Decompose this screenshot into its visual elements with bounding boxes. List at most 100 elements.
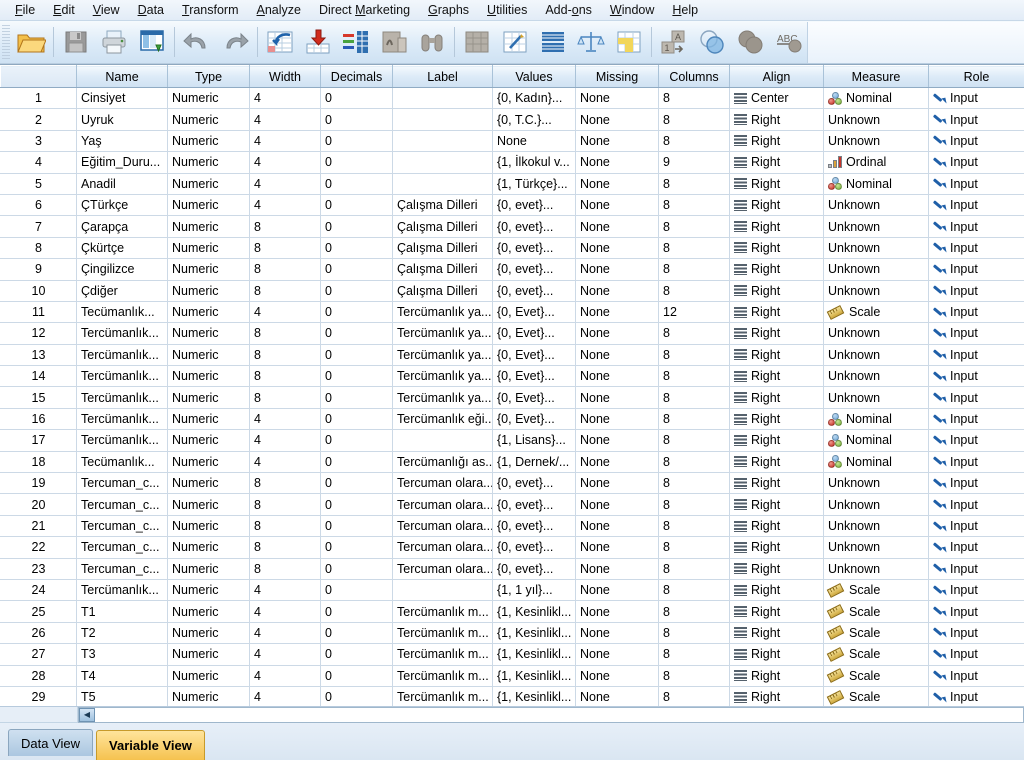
cell-align[interactable]: Right [729,194,824,217]
cell-decimals[interactable]: 0 [320,301,393,324]
cell-role[interactable]: Input [928,665,1024,687]
table-row[interactable]: 9 Çingilizce Numeric 8 0 Çalışma Dilleri {0, e… [0,258,1024,281]
cell-name[interactable]: Tercuman_c... [76,558,168,580]
cell-missing[interactable]: None [575,215,659,238]
table-row[interactable]: 21 Tercuman_c... Numeric 8 0 Tercuman olara..… [0,514,1024,538]
cell-values[interactable]: {0, evet}... [492,194,576,217]
cell-measure[interactable]: Scale [823,301,929,324]
cell-type[interactable]: Numeric [167,258,250,281]
cell-width[interactable]: 8 [249,365,321,388]
cell-measure[interactable]: Scale [823,665,929,687]
column-header-decimals[interactable]: Decimals [320,65,393,88]
cell-type[interactable]: Numeric [167,515,250,538]
cell-decimals[interactable]: 0 [320,665,393,687]
cell-type[interactable]: Numeric [167,622,250,645]
cell-type[interactable]: Numeric [167,280,250,302]
cell-values[interactable]: {0, evet}... [492,536,576,559]
cell-decimals[interactable]: 0 [320,215,393,238]
cell-missing[interactable]: None [575,365,659,388]
table-row[interactable]: 2 Uyruk Numeric 4 0 {0, T.C.}... None 8 Right Unk… [0,108,1024,131]
row-number[interactable]: 29 [0,685,77,706]
cell-type[interactable]: Numeric [167,493,250,516]
cell-label[interactable] [392,108,493,131]
cell-width[interactable]: 8 [249,536,321,559]
cell-values[interactable]: {1, İlkokul v... [492,151,576,174]
cell-name[interactable]: Tercuman_c... [76,536,168,559]
cell-columns[interactable]: 8 [658,87,730,110]
cell-role[interactable]: Input [928,280,1024,302]
table-row[interactable]: 13 Tercümanlık... Numeric 8 0 Tercümanlık ya.… [0,343,1024,367]
table-row[interactable]: 10 Çdiğer Numeric 8 0 Çalışma Dilleri {0, evet… [0,279,1024,302]
cell-role[interactable]: Input [928,237,1024,260]
cell-missing[interactable]: None [575,429,659,452]
cell-columns[interactable]: 12 [658,301,730,324]
spell-check-icon[interactable]: ABC [769,23,807,61]
row-number[interactable]: 7 [0,215,77,238]
table-row[interactable]: 6 ÇTürkçe Numeric 4 0 Çalışma Dilleri {0, evet… [0,193,1024,217]
cell-width[interactable]: 4 [249,429,321,452]
cell-decimals[interactable]: 0 [320,344,393,367]
table-row[interactable]: 4 Eğitim_Duru... Numeric 4 0 {1, İlkokul v...… [0,151,1024,174]
cell-missing[interactable]: None [575,622,659,645]
row-number[interactable]: 1 [0,86,77,110]
open-file-icon[interactable] [12,23,50,61]
cell-values[interactable]: {0, evet}... [492,237,576,260]
cell-columns[interactable]: 8 [658,173,730,195]
cell-values[interactable]: {0, T.C.}... [492,108,576,131]
cell-label[interactable]: Tercümanlık ya... [392,365,493,388]
cell-measure[interactable]: Scale [823,600,929,623]
cell-align[interactable]: Right [729,215,824,238]
cell-columns[interactable]: 8 [658,579,730,602]
cell-align[interactable]: Right [729,451,824,474]
table-row[interactable]: 11 Tecümanlık... Numeric 4 0 Tercümanlık ya..… [0,300,1024,324]
cell-align[interactable]: Right [729,579,824,602]
cell-missing[interactable]: None [575,108,659,131]
scrollbar-track[interactable]: ◀ [78,706,1024,723]
table-row[interactable]: 16 Tercümanlık... Numeric 4 0 Tercümanlık eği… [0,407,1024,431]
cell-measure[interactable]: Nominal [823,408,929,431]
cell-values[interactable]: {0, evet}... [492,280,576,302]
cell-width[interactable]: 4 [249,194,321,217]
cell-align[interactable]: Right [729,301,824,324]
cell-align[interactable]: Right [729,665,824,687]
column-header-align[interactable]: Align [729,65,824,88]
cell-type[interactable]: Numeric [167,451,250,474]
cell-measure[interactable]: Unknown [823,365,929,388]
goto-case-icon[interactable] [261,23,299,61]
cell-decimals[interactable]: 0 [320,280,393,302]
column-header-role[interactable]: Role [928,65,1024,88]
cell-decimals[interactable]: 0 [320,622,393,645]
cell-measure[interactable]: Nominal [823,429,929,452]
cell-measure[interactable]: Unknown [823,194,929,217]
table-row[interactable]: 3 Yaş Numeric 4 0 None None 8 Right Unknown Input [0,129,1024,153]
table-row[interactable]: 24 Tercümanlık... Numeric 4 0 {1, 1 yıl}... No… [0,578,1024,602]
menu-add-ons[interactable]: Add-ons [536,2,601,19]
cell-width[interactable]: 8 [249,258,321,281]
menu-file[interactable]: File [6,2,44,19]
cell-align[interactable]: Right [729,408,824,431]
cell-name[interactable]: Tecümanlık... [76,451,168,474]
cell-align[interactable]: Right [729,472,824,495]
cell-values[interactable]: {0, evet}... [492,558,576,580]
cell-name[interactable]: Tercümanlık... [76,429,168,452]
cell-missing[interactable]: None [575,87,659,110]
cell-missing[interactable]: None [575,151,659,174]
cell-measure[interactable]: Unknown [823,280,929,302]
cell-label[interactable]: Tercümanlık ya... [392,344,493,367]
cell-role[interactable]: Input [928,558,1024,580]
cell-role[interactable]: Input [928,408,1024,431]
save-icon[interactable] [57,23,95,61]
row-number[interactable]: 8 [0,236,77,260]
split-file-icon[interactable] [534,23,572,61]
cell-label[interactable]: Tercümanlık ya... [392,301,493,324]
cell-name[interactable]: Çdiğer [76,280,168,302]
cell-columns[interactable]: 8 [658,622,730,645]
cell-type[interactable]: Numeric [167,365,250,388]
cell-measure[interactable]: Scale [823,643,929,666]
cell-values[interactable]: {0, Evet}... [492,322,576,345]
cell-align[interactable]: Right [729,622,824,645]
cell-width[interactable]: 4 [249,87,321,110]
column-header-missing[interactable]: Missing [575,65,659,88]
cell-missing[interactable]: None [575,344,659,367]
cell-label[interactable]: Tercuman olara... [392,536,493,559]
